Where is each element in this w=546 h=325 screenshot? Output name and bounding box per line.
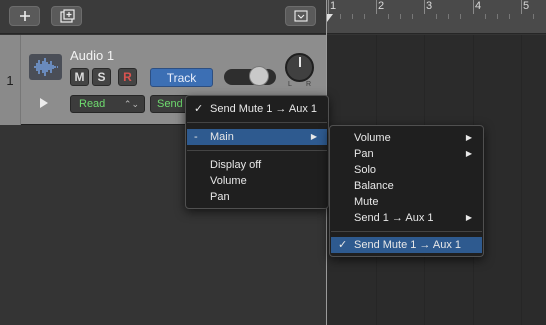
menu-item-label: Volume <box>210 175 247 187</box>
submenu-item-pan[interactable]: Pan ▶ <box>331 146 482 162</box>
grid-line <box>521 35 522 325</box>
ruler-beat-tick <box>485 14 486 19</box>
menu-item-label: Send Mute 1 → Aux 1 <box>210 103 318 115</box>
track-number: 1 <box>0 35 21 125</box>
play-icon[interactable] <box>40 98 48 108</box>
ruler-bar-number: 2 <box>378 0 385 12</box>
pan-knob[interactable] <box>285 53 314 82</box>
ruler-beat-tick <box>388 14 389 19</box>
automation-parameter-value: Send <box>157 98 183 110</box>
mixed-state-mark: - <box>194 131 198 143</box>
menu-item-label: Balance <box>354 180 394 192</box>
automation-parameter-menu: ✓ Send Mute 1 → Aux 1 - Main ▶ Display o… <box>185 95 329 209</box>
volume-slider-knob[interactable] <box>249 66 269 86</box>
record-button[interactable]: R <box>118 68 137 86</box>
menu-separator <box>187 122 327 123</box>
pan-right-label: R <box>306 81 312 88</box>
submenu-item-send-1-aux-1[interactable]: Send 1 → Aux 1 ▶ <box>331 210 482 226</box>
submenu-item-mute[interactable]: Mute <box>331 194 482 210</box>
ruler-beat-tick <box>533 14 534 19</box>
ruler-beat-tick <box>400 14 401 19</box>
menu-item-display-off[interactable]: Display off <box>187 157 327 173</box>
menu-item-label: Main <box>210 131 234 143</box>
tracks-header <box>0 0 327 34</box>
solo-button[interactable]: S <box>92 68 111 86</box>
ruler-bar-line <box>376 0 377 14</box>
ruler-beat-tick <box>436 14 437 19</box>
menu-item-label: Send 1 → Aux 1 <box>354 212 434 224</box>
ruler-beat-tick <box>412 14 413 19</box>
ruler-bar-number: 1 <box>330 0 337 12</box>
menu-item-send-mute-1-aux-1[interactable]: ✓ Send Mute 1 → Aux 1 <box>187 101 327 117</box>
ruler-bar-number: 5 <box>523 0 530 12</box>
menu-item-label: Mute <box>354 196 379 208</box>
menu-item-label: Display off <box>210 159 262 171</box>
pan-left-label: L <box>288 81 292 88</box>
playhead-marker[interactable] <box>327 14 333 22</box>
waveform-icon[interactable] <box>29 54 62 80</box>
menu-item-label: Send Mute 1 → Aux 1 <box>354 239 462 251</box>
ruler-beat-tick <box>352 14 353 19</box>
menu-separator <box>331 231 482 232</box>
ruler-bar-number: 3 <box>426 0 433 12</box>
submenu-arrow-icon: ▶ <box>310 132 317 141</box>
ruler-bar-line <box>328 0 329 14</box>
bar-ruler[interactable]: 1 2 3 4 5 <box>327 0 546 34</box>
ruler-beat-tick <box>509 14 510 19</box>
track-name[interactable]: Audio 1 <box>70 48 114 63</box>
automation-parameter-select[interactable]: Send <box>150 95 190 113</box>
automation-mode-select[interactable]: Read ⌃⌄ <box>70 95 145 113</box>
menu-item-volume[interactable]: Volume <box>187 173 327 189</box>
collapse-icon <box>293 10 308 22</box>
ruler-bar-line <box>424 0 425 14</box>
submenu-item-balance[interactable]: Balance <box>331 178 482 194</box>
ruler-beat-tick <box>364 14 365 19</box>
mute-button[interactable]: M <box>70 68 89 86</box>
ruler-bar-line <box>521 0 522 14</box>
menu-item-label: Solo <box>354 164 377 176</box>
menu-item-main[interactable]: - Main ▶ <box>187 129 327 145</box>
main-submenu: Volume ▶ Pan ▶ Solo Balance Mute Send 1 … <box>329 125 484 257</box>
menu-item-label: Pan <box>210 191 230 203</box>
plus-icon <box>19 11 30 21</box>
menu-item-label: Volume <box>354 132 391 144</box>
menu-item-label: Pan <box>354 148 374 160</box>
submenu-arrow-icon: ▶ <box>465 149 472 158</box>
add-track-button[interactable] <box>9 6 40 26</box>
ruler-beat-tick <box>340 14 341 19</box>
menu-separator <box>187 150 327 151</box>
submenu-arrow-icon: ▶ <box>465 213 472 222</box>
menu-item-pan[interactable]: Pan <box>187 189 327 205</box>
new-track-with-settings-button[interactable] <box>51 6 82 26</box>
ruler-beat-tick <box>460 14 461 19</box>
submenu-item-send-mute-1-aux-1[interactable]: ✓ Send Mute 1 → Aux 1 <box>331 237 482 253</box>
checkmark-icon: ✓ <box>194 103 204 115</box>
chevron-updown-icon: ⌃⌄ <box>123 99 139 109</box>
ruler-bar-line <box>473 0 474 14</box>
new-track-icon <box>59 9 75 23</box>
submenu-item-solo[interactable]: Solo <box>331 162 482 178</box>
ruler-bar-number: 4 <box>475 0 482 12</box>
collapse-button[interactable] <box>285 6 316 26</box>
automation-mode-value: Read <box>79 98 106 110</box>
submenu-arrow-icon: ▶ <box>465 133 472 142</box>
track-button[interactable]: Track <box>150 68 213 87</box>
submenu-item-volume[interactable]: Volume ▶ <box>331 130 482 146</box>
checkmark-icon: ✓ <box>338 239 348 251</box>
ruler-beat-tick <box>448 14 449 19</box>
ruler-beat-tick <box>497 14 498 19</box>
